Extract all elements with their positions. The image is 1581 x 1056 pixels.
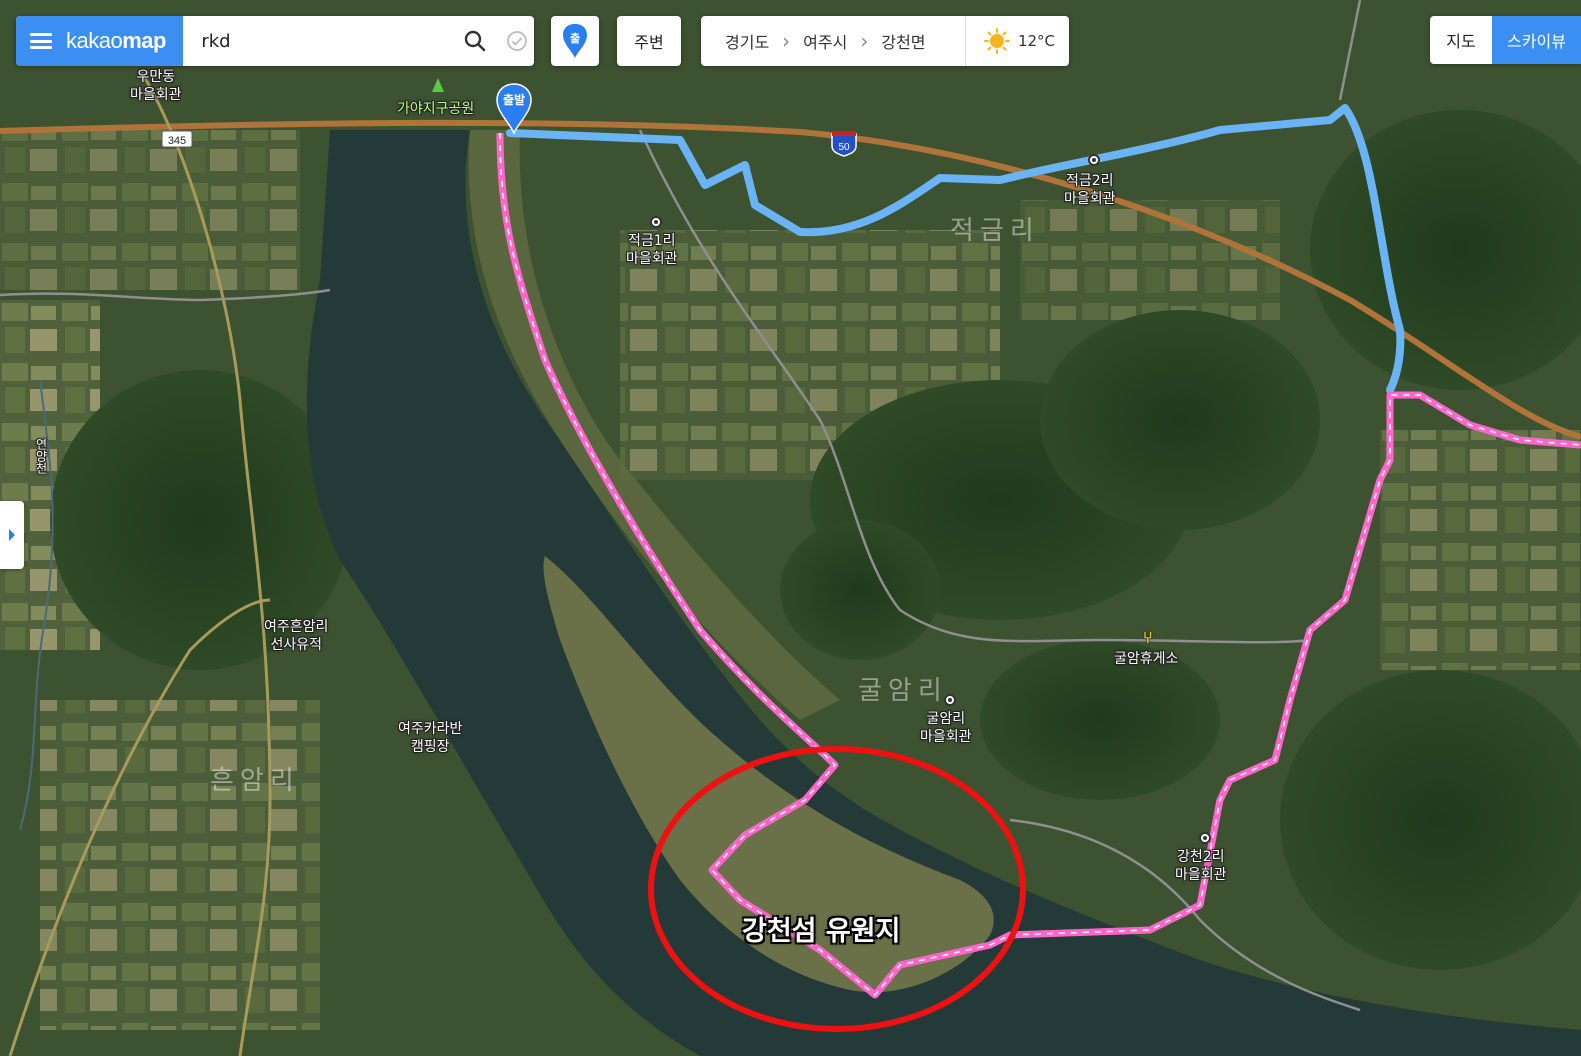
label-jeokgeum1-marker (650, 216, 662, 228)
map-type-switch: 지도 스카이뷰 (1430, 16, 1581, 64)
label-jeokgeum2-marker (1088, 154, 1100, 166)
weather-widget[interactable]: 12°C (964, 16, 1069, 66)
label-jeokgeum2-hall[interactable]: 적금2리 마을회관 (1064, 172, 1116, 208)
satellite-map[interactable]: 345 50 (0, 0, 1581, 1056)
kakaomap-logo[interactable]: kakaomap (66, 28, 166, 54)
label-gulam-rest[interactable]: 굴암휴게소 (1114, 650, 1178, 668)
breadcrumb: 경기도 › 여주시 › 강천면 12°C (701, 16, 1069, 66)
breadcrumb-city[interactable]: 여주시 (803, 29, 847, 53)
chevron-right-icon: › (860, 29, 869, 53)
search-bar: kakaomap (16, 16, 534, 66)
route-345-shield: 345 (161, 130, 193, 148)
label-jeokgeum1-hall[interactable]: 적금1리 마을회관 (626, 232, 678, 268)
park-icon (432, 78, 444, 92)
chevron-right-icon (9, 529, 15, 541)
area-gulam: 굴암리 (858, 676, 948, 706)
temperature: 12°C (1017, 32, 1055, 50)
route-50-shield: 50 (831, 131, 857, 157)
farmland (1380, 430, 1580, 670)
map-type-skyview[interactable]: 스카이뷰 (1492, 16, 1581, 64)
chevron-right-icon: › (782, 29, 791, 53)
label-heunam-site[interactable]: 여주흔암리 선사유적 (264, 618, 328, 654)
label-stream: 연양천 (34, 438, 48, 474)
start-pin[interactable]: 출발 (495, 82, 533, 135)
label-uman-hall[interactable]: 우만동 마을회관 (130, 68, 182, 104)
forest (980, 640, 1220, 800)
label-gaya-park[interactable]: 가야지구공원 (397, 100, 474, 118)
area-jeokgeum: 적금리 (950, 216, 1040, 246)
map-type-map[interactable]: 지도 (1430, 16, 1492, 64)
label-gangcheon2-hall[interactable]: 강천2리 마을회관 (1175, 848, 1227, 884)
label-gulam-hall[interactable]: 굴암리 마을회관 (920, 710, 972, 746)
search-icon[interactable] (458, 24, 492, 58)
rest-area-icon: ⑂ (1143, 628, 1153, 647)
side-panel-toggle[interactable] (0, 501, 24, 569)
annotation-text: 강천섬 유원지 (742, 916, 901, 947)
label-gulam-marker (944, 694, 956, 706)
check-icon[interactable] (500, 24, 534, 58)
label-karaban-camp[interactable]: 여주카라반 캠핑장 (398, 720, 462, 756)
breadcrumb-province[interactable]: 경기도 (725, 29, 769, 53)
forest (780, 520, 940, 660)
nearby-button[interactable]: 주변 (617, 16, 681, 66)
brand-area: kakaomap (16, 16, 184, 66)
svg-text:50: 50 (838, 142, 850, 153)
area-heunam: 흔암리 (210, 766, 300, 796)
sun-icon (983, 28, 1010, 54)
start-pin-icon (496, 83, 532, 135)
farmland (40, 700, 320, 1030)
breadcrumb-district[interactable]: 강천면 (881, 29, 925, 53)
route-button-label: 출 (569, 32, 581, 45)
route-button[interactable]: 출 (551, 16, 599, 66)
start-pin-label: 출발 (502, 93, 526, 107)
menu-icon[interactable] (30, 33, 52, 49)
farmland (0, 130, 300, 290)
label-gangcheon2-marker (1199, 832, 1211, 844)
farmland (1020, 200, 1280, 320)
forest (1040, 310, 1320, 530)
search-input[interactable] (199, 20, 453, 62)
svg-text:345: 345 (168, 135, 186, 147)
